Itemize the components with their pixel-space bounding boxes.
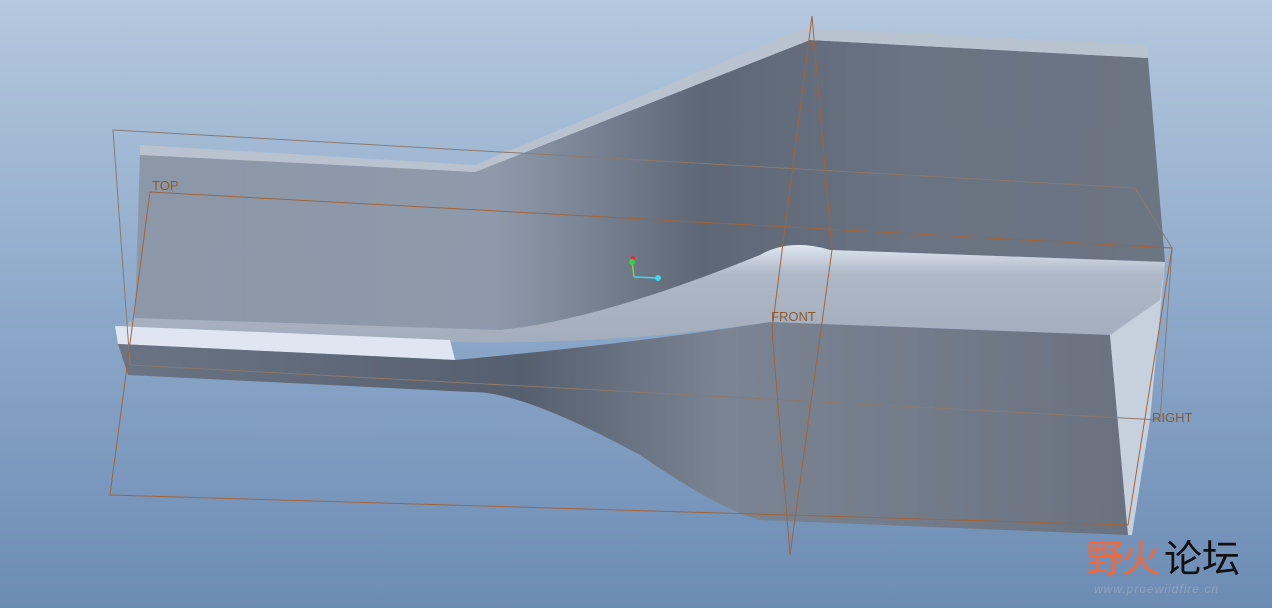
datum-label-top[interactable]: TOP	[152, 178, 179, 193]
watermark-url: www.proewildfire.cn	[1094, 582, 1220, 596]
sheetmetal-part[interactable]	[115, 28, 1165, 535]
watermark-name-part2: 论坛	[1164, 537, 1241, 581]
datum-label-right[interactable]: RIGHT	[1152, 410, 1192, 425]
watermark-logo: 野火 论坛 www.proewildfire.cn	[1086, 528, 1241, 596]
model-viewport[interactable]	[0, 0, 1272, 608]
datum-label-front[interactable]: FRONT	[771, 309, 816, 324]
watermark-name-part1: 野火	[1086, 537, 1160, 581]
lower-front-face	[118, 322, 1128, 535]
